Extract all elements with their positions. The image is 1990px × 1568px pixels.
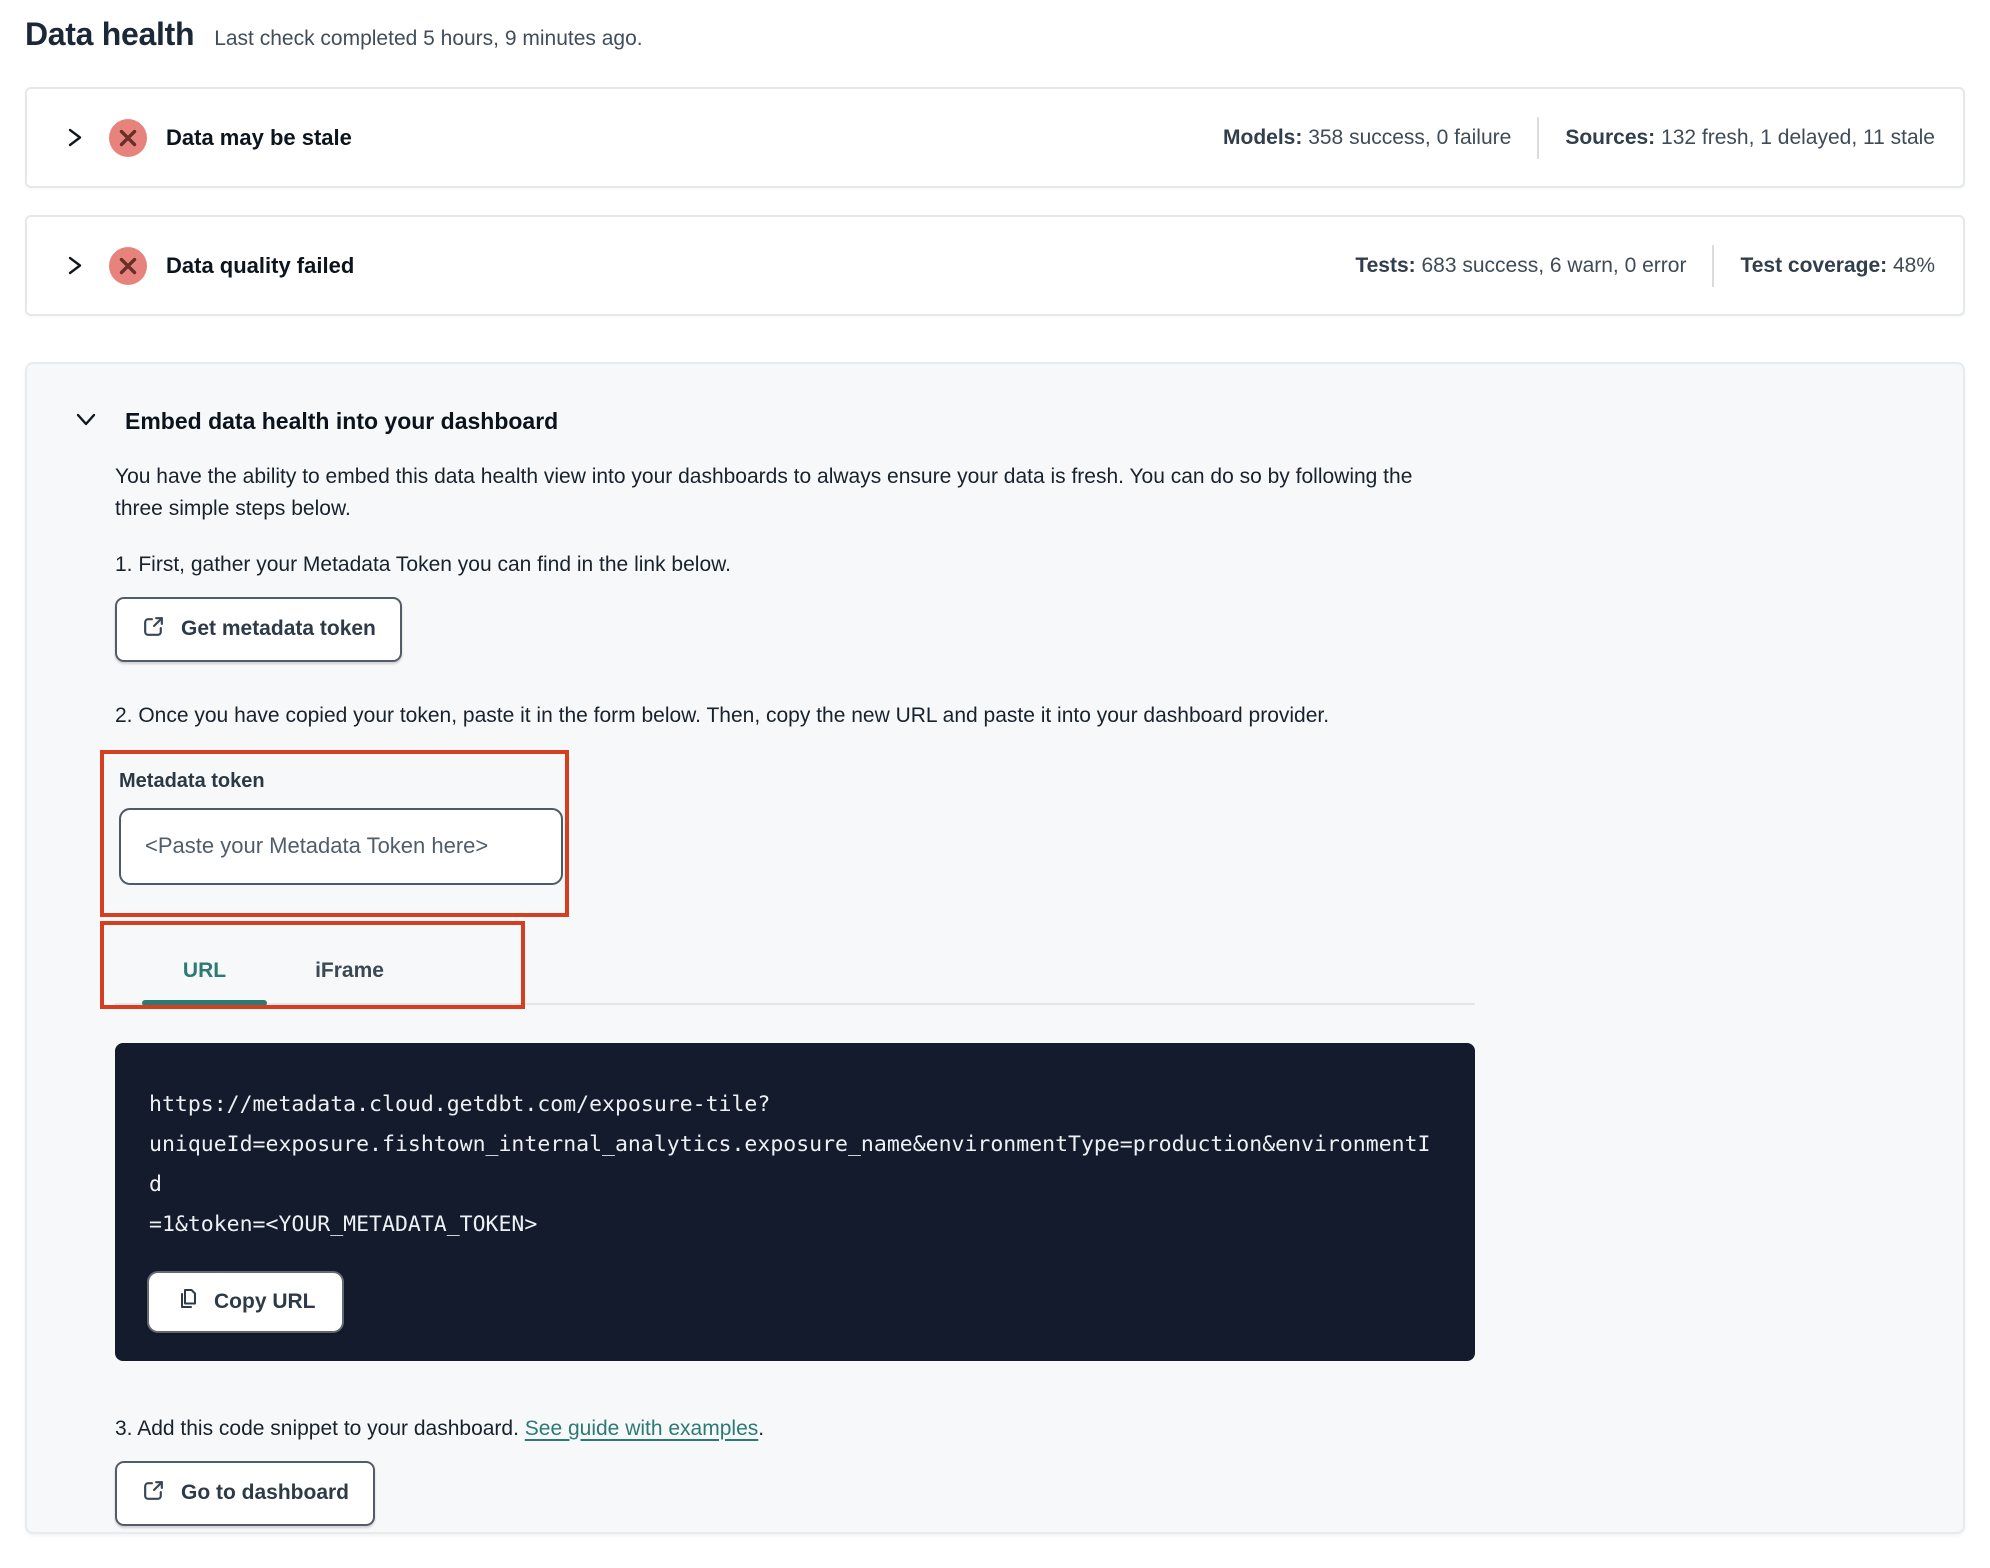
tests-stat-value: 683 success, 6 warn, 0 error — [1415, 253, 1687, 277]
sources-stat: Sources: 132 fresh, 1 delayed, 11 stale — [1565, 126, 1935, 150]
output-format-tabs-wrap: URL iFrame — [100, 920, 1475, 1013]
stat-divider — [1537, 116, 1540, 159]
step3-text: 3. Add this code snippet to your dashboa… — [115, 1417, 1475, 1441]
see-guide-link[interactable]: See guide with examples — [525, 1417, 758, 1440]
page-header: Data health Last check completed 5 hours… — [25, 16, 1965, 53]
step3-prefix: 3. Add this code snippet to your dashboa… — [115, 1416, 525, 1440]
status-title: Data may be stale — [166, 124, 352, 150]
tests-stat-label: Tests: — [1355, 253, 1416, 277]
copy-url-button[interactable]: Copy URL — [149, 1272, 342, 1331]
status-stats: Models: 358 success, 0 failure Sources: … — [1223, 116, 1935, 159]
status-title: Data quality failed — [166, 252, 355, 278]
status-card-data-quality: Data quality failed Tests: 683 success, … — [25, 215, 1965, 316]
annotation-highlight-token-field: Metadata token — [100, 749, 569, 917]
data-health-page: Data health Last check completed 5 hours… — [0, 0, 1990, 1534]
go-to-dashboard-label: Go to dashboard — [181, 1481, 349, 1505]
metadata-token-input[interactable] — [119, 807, 563, 885]
embed-url-line: uniqueId=exposure.fishtown_internal_anal… — [149, 1131, 1431, 1197]
external-link-icon — [141, 614, 166, 645]
error-status-icon — [108, 118, 148, 158]
embed-url-code-block: https://metadata.cloud.getdbt.com/exposu… — [115, 1042, 1475, 1361]
models-stat: Models: 358 success, 0 failure — [1223, 126, 1511, 150]
collapse-chevron-down-icon[interactable] — [73, 406, 99, 437]
external-link-icon — [141, 1478, 166, 1509]
sources-stat-value: 132 fresh, 1 delayed, 11 stale — [1655, 125, 1935, 149]
embed-section-header[interactable]: Embed data health into your dashboard — [27, 406, 1963, 437]
token-field-label: Metadata token — [119, 769, 265, 792]
expand-chevron-right-icon[interactable] — [63, 254, 86, 277]
embed-description: You have the ability to embed this data … — [115, 465, 1413, 520]
step3-suffix: . — [758, 1416, 765, 1440]
sources-stat-label: Sources: — [1565, 125, 1656, 149]
expand-chevron-right-icon[interactable] — [63, 126, 86, 149]
step2-text: 2. Once you have copied your token, past… — [115, 703, 1330, 727]
status-stats: Tests: 683 success, 6 warn, 0 error Test… — [1355, 244, 1935, 287]
step1-text: 1. First, gather your Metadata Token you… — [115, 552, 731, 576]
copy-url-label: Copy URL — [214, 1289, 316, 1313]
get-metadata-token-label: Get metadata token — [181, 617, 376, 641]
models-stat-value: 358 success, 0 failure — [1302, 125, 1512, 149]
error-status-icon — [108, 246, 148, 286]
coverage-stat-value: 48% — [1887, 253, 1935, 277]
last-check-status: Last check completed 5 hours, 9 minutes … — [214, 27, 643, 50]
page-title: Data health — [25, 16, 195, 52]
get-metadata-token-button[interactable]: Get metadata token — [115, 596, 402, 662]
embed-section-card: Embed data health into your dashboard Yo… — [25, 362, 1965, 1534]
embed-section-title: Embed data health into your dashboard — [125, 408, 559, 434]
tab-iframe[interactable]: iFrame — [287, 959, 412, 1003]
embed-url-line: https://metadata.cloud.getdbt.com/exposu… — [149, 1091, 771, 1117]
tab-url[interactable]: URL — [142, 959, 267, 1006]
status-card-data-stale: Data may be stale Models: 358 success, 0… — [25, 87, 1965, 188]
tests-stat: Tests: 683 success, 6 warn, 0 error — [1355, 254, 1686, 278]
models-stat-label: Models: — [1223, 125, 1303, 149]
stat-divider — [1712, 244, 1715, 287]
embed-url-line: =1&token=<YOUR_METADATA_TOKEN> — [149, 1211, 538, 1237]
embed-section-body: You have the ability to embed this data … — [100, 461, 1475, 1526]
coverage-stat: Test coverage: 48% — [1740, 254, 1935, 278]
output-format-tabs: URL iFrame — [115, 925, 1475, 1006]
copy-icon — [175, 1287, 199, 1317]
coverage-stat-label: Test coverage: — [1740, 253, 1888, 277]
go-to-dashboard-button[interactable]: Go to dashboard — [115, 1460, 375, 1526]
